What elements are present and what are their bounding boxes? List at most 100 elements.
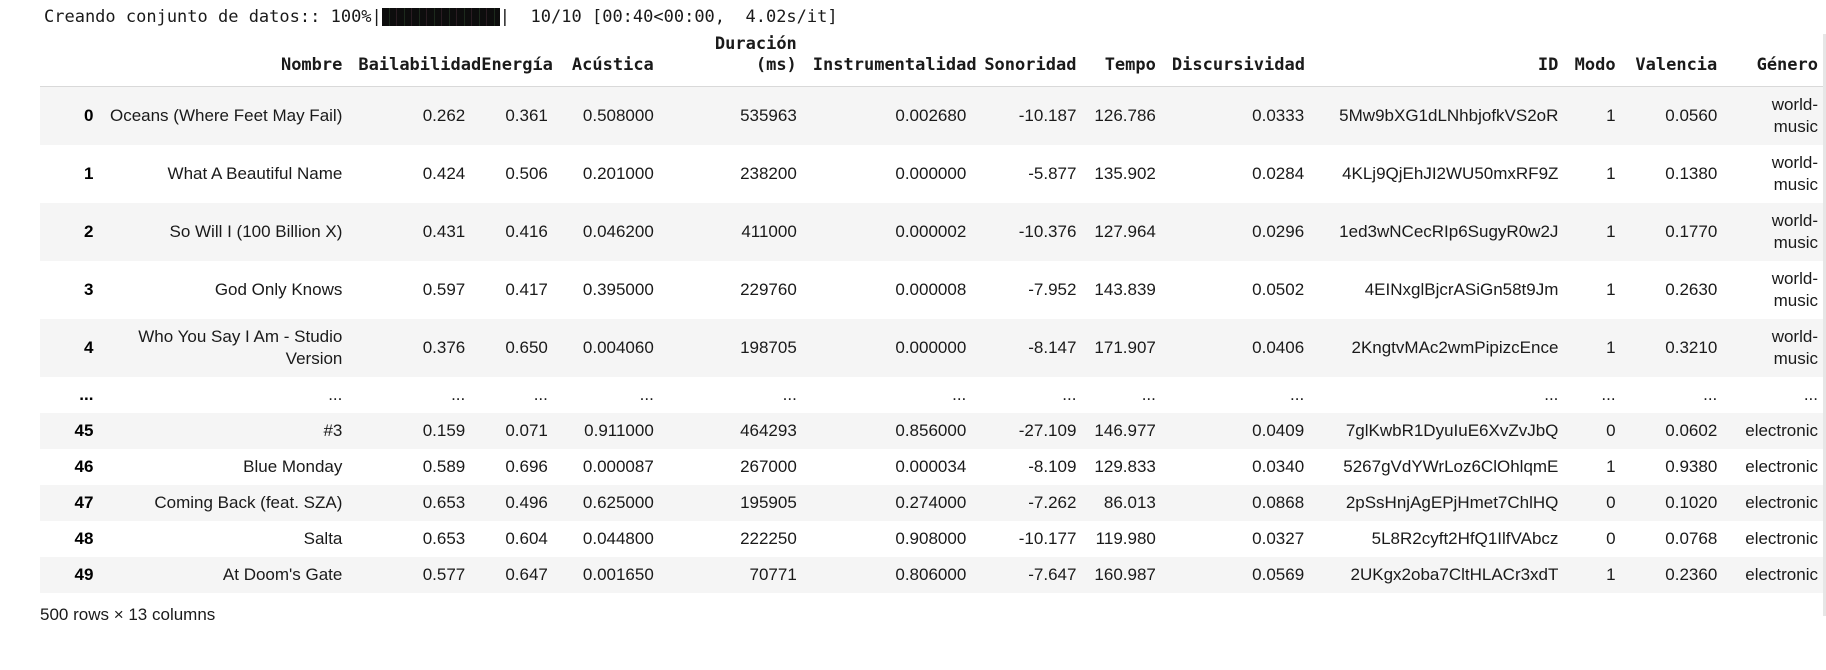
cell-valencia: 0.1380 bbox=[1665, 164, 1718, 183]
cell-acustica: ... bbox=[639, 385, 654, 404]
dataframe-header: Nombre Bailabilidad Energía Acústica Dur… bbox=[40, 30, 1826, 87]
tqdm-timing: [00:40<00:00, 4.02s/it] bbox=[591, 6, 838, 27]
cell-genero: electronic bbox=[1745, 493, 1818, 512]
table-row: 46 Blue Monday 0.589 0.696 0.000087 267000 0.0… bbox=[40, 449, 1826, 485]
cell-bailabilidad: 0.653 bbox=[422, 493, 466, 512]
cell-acustica: 0.044800 bbox=[582, 529, 654, 548]
cell-bailabilidad: 0.159 bbox=[422, 421, 466, 440]
cell-modo: 1 bbox=[1606, 280, 1616, 299]
table-row: 1 What A Beautiful Name 0.424 0.506 0.201000… bbox=[40, 145, 1826, 203]
cell-id: 5267gVdYWrLoz6ClOhlqmE bbox=[1343, 457, 1559, 476]
row-index: 46 bbox=[74, 457, 94, 476]
cell-modo: 0 bbox=[1606, 493, 1616, 512]
cell-genero: world-music bbox=[1771, 153, 1818, 194]
cell-genero: world-music bbox=[1771, 269, 1818, 310]
cell-valencia: 0.1020 bbox=[1665, 493, 1718, 512]
cell-id: ... bbox=[1544, 385, 1559, 404]
cell-energia: 0.696 bbox=[505, 457, 548, 476]
column-header-instrumentalidad: Instrumentalidad bbox=[812, 55, 977, 75]
column-header-genero: Género bbox=[1756, 55, 1818, 75]
cell-sonoridad: -7.262 bbox=[1028, 493, 1077, 512]
cell-discursividad: ... bbox=[1290, 385, 1305, 404]
cell-bailabilidad: 0.577 bbox=[422, 565, 466, 584]
row-index: 4 bbox=[83, 338, 94, 357]
cell-discursividad: 0.0406 bbox=[1252, 338, 1305, 357]
cell-duracion: 70771 bbox=[749, 565, 797, 584]
cell-tempo: ... bbox=[1141, 385, 1156, 404]
table-row: 45 #3 0.159 0.071 0.911000 464293 0.856000 -27.… bbox=[40, 413, 1826, 449]
cell-tempo: 127.964 bbox=[1094, 222, 1156, 241]
cell-duracion: ... bbox=[782, 385, 797, 404]
cell-acustica: 0.000087 bbox=[582, 457, 654, 476]
cell-bailabilidad: 0.597 bbox=[422, 280, 466, 299]
cell-instrumentalidad: 0.000002 bbox=[895, 222, 967, 241]
row-index: 1 bbox=[83, 164, 94, 183]
cell-valencia: 0.2360 bbox=[1665, 565, 1718, 584]
cell-acustica: 0.395000 bbox=[582, 280, 654, 299]
cell-discursividad: 0.0502 bbox=[1252, 280, 1305, 299]
column-header-sonoridad: Sonoridad bbox=[984, 55, 1077, 75]
cell-instrumentalidad: 0.002680 bbox=[895, 106, 967, 125]
cell-genero: electronic bbox=[1745, 529, 1818, 548]
tqdm-percent: 100% bbox=[330, 6, 372, 27]
cell-discursividad: 0.0333 bbox=[1252, 106, 1305, 125]
cell-tempo: 160.987 bbox=[1094, 565, 1156, 584]
cell-nombre: Who You Say I Am - Studio Version bbox=[138, 327, 343, 368]
cell-valencia: ... bbox=[1703, 385, 1718, 404]
tqdm-progress-bar-fill bbox=[381, 7, 500, 26]
cell-id: 5L8R2cyft2HfQ1IlfVAbcz bbox=[1371, 529, 1559, 548]
cell-instrumentalidad: 0.806000 bbox=[895, 565, 967, 584]
cell-valencia: 0.0602 bbox=[1665, 421, 1718, 440]
cell-id: 4KLj9QjEhJI2WU50mxRF9Z bbox=[1342, 164, 1559, 183]
column-header-discursividad: Discursividad bbox=[1171, 55, 1305, 75]
cell-genero: world-music bbox=[1771, 95, 1818, 136]
cell-modo: ... bbox=[1601, 385, 1616, 404]
dataframe-header-row: Nombre Bailabilidad Energía Acústica Dur… bbox=[40, 30, 1826, 87]
row-index: ... bbox=[79, 385, 94, 404]
cell-instrumentalidad: ... bbox=[952, 385, 967, 404]
dataframe-body: 0 Oceans (Where Feet May Fail) 0.262 0.361 0… bbox=[40, 86, 1826, 593]
cell-bailabilidad: ... bbox=[451, 385, 466, 404]
cell-nombre: #3 bbox=[323, 421, 343, 440]
cell-tempo: 119.980 bbox=[1095, 529, 1156, 548]
table-row: 3 God Only Knows 0.597 0.417 0.395000 229760 0… bbox=[40, 261, 1826, 319]
cell-genero: ... bbox=[1803, 385, 1818, 404]
cell-bailabilidad: 0.653 bbox=[422, 529, 466, 548]
cell-valencia: 0.3210 bbox=[1665, 338, 1718, 357]
table-row: 0 Oceans (Where Feet May Fail) 0.262 0.361 0… bbox=[40, 86, 1826, 145]
cell-genero: electronic bbox=[1745, 565, 1818, 584]
cell-duracion: 535963 bbox=[740, 106, 797, 125]
column-header-id: ID bbox=[1537, 55, 1559, 75]
row-index: 48 bbox=[74, 529, 94, 548]
cell-genero: electronic bbox=[1745, 457, 1818, 476]
column-header-duracion-line1: Duración bbox=[714, 34, 797, 54]
cell-discursividad: 0.0340 bbox=[1252, 457, 1305, 476]
cell-valencia: 0.0768 bbox=[1665, 529, 1718, 548]
cell-sonoridad: -27.109 bbox=[1018, 421, 1077, 440]
column-header-modo: Modo bbox=[1574, 55, 1616, 75]
cell-modo: 1 bbox=[1606, 106, 1616, 125]
row-index: 2 bbox=[83, 222, 94, 241]
cell-nombre: ... bbox=[328, 385, 343, 404]
column-header-energia: Energía bbox=[481, 55, 553, 75]
cell-bailabilidad: 0.424 bbox=[422, 164, 466, 183]
cell-nombre: At Doom's Gate bbox=[222, 565, 343, 584]
cell-acustica: 0.201000 bbox=[582, 164, 654, 183]
cell-bailabilidad: 0.431 bbox=[422, 222, 466, 241]
cell-genero: electronic bbox=[1745, 421, 1818, 440]
cell-energia: 0.361 bbox=[505, 106, 548, 125]
cell-duracion: 411000 bbox=[741, 222, 797, 241]
tqdm-progress-line: Creando conjunto de datos:: 100% | | 10/10… bbox=[0, 0, 1826, 30]
column-header-duracion-line2: (ms) bbox=[755, 55, 797, 75]
cell-duracion: 195905 bbox=[740, 493, 797, 512]
dataframe-scroll-container[interactable]: Nombre Bailabilidad Energía Acústica Dur… bbox=[0, 30, 1826, 593]
row-index: 47 bbox=[74, 493, 94, 512]
cell-modo: 0 bbox=[1606, 529, 1616, 548]
cell-acustica: 0.046200 bbox=[582, 222, 654, 241]
column-header-acustica: Acústica bbox=[571, 55, 654, 75]
row-index: 0 bbox=[83, 106, 94, 125]
cell-nombre: Coming Back (feat. SZA) bbox=[154, 493, 343, 512]
cell-duracion: 198705 bbox=[740, 338, 797, 357]
cell-tempo: 171.907 bbox=[1094, 338, 1156, 357]
tqdm-bar-group: | | bbox=[372, 3, 511, 31]
